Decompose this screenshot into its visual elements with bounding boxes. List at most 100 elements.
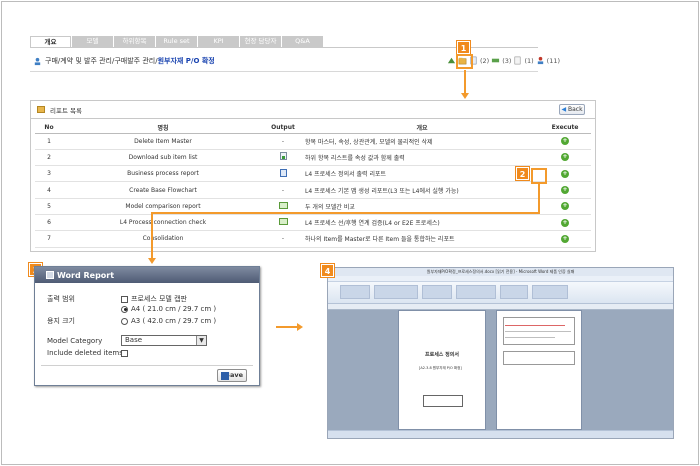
image-icon <box>278 201 288 209</box>
model-category-label: Model Category <box>47 336 103 345</box>
paper-a4-label: A4 ( 21.0 cm / 29.7 cm ) <box>131 305 217 313</box>
col-execute: Execute <box>539 122 591 134</box>
word-page-1: 프로세스 정의서 [A2.3.8 원부자재 P/O 확정] <box>398 310 486 430</box>
users-count: (11) <box>546 56 560 65</box>
table-row: 3 Business process report L4 프로세스 정의서 출력… <box>35 165 591 183</box>
execute-icon[interactable]: + <box>561 186 569 195</box>
back-arrow-icon: ◀ <box>561 106 567 113</box>
model-category-select[interactable]: Base ▼ <box>121 335 207 346</box>
output-range-label: 출력 범위 <box>47 295 75 303</box>
row-name: Consolidation <box>63 230 263 248</box>
model-category-value: Base <box>125 336 143 344</box>
link-icon[interactable] <box>491 56 500 65</box>
back-button[interactable]: ◀ Back <box>559 104 585 115</box>
row-desc: 하위 항목 리스트를 속성 값과 함께 출력 <box>303 149 539 167</box>
output-range-option: 프로세스 모델 캡판 <box>131 295 187 303</box>
paper-a3-label: A3 ( 42.0 cm / 29.7 cm ) <box>131 317 217 325</box>
execute-icon[interactable]: + <box>561 137 569 146</box>
page1-table <box>423 395 463 407</box>
execute-icon[interactable]: + <box>561 202 569 211</box>
chevron-down-icon: ▼ <box>196 336 206 345</box>
row-name: Business process report <box>63 165 263 183</box>
paper-a4-row: A4 ( 21.0 cm / 29.7 cm ) <box>47 305 216 313</box>
highlight-report-icon <box>456 54 473 69</box>
users-icon[interactable] <box>536 56 545 65</box>
page1-title: 프로세스 정의서 <box>425 352 459 358</box>
arrow-head-1 <box>461 93 469 99</box>
callout-step-1: 1 <box>457 41 470 54</box>
row-no: 1 <box>35 133 63 150</box>
callout-step-4: 4 <box>321 264 334 277</box>
attachment-count: (1) <box>524 56 534 65</box>
output-range-checkbox[interactable] <box>121 295 128 303</box>
tab-model[interactable]: 모델 <box>72 36 113 47</box>
output-range-row: 출력 범위 프로세스 모델 캡판 <box>47 294 187 304</box>
link-count: (3) <box>502 56 512 65</box>
word-document-area: 프로세스 정의서 [A2.3.8 원부자재 P/O 확정] <box>328 310 673 432</box>
word-page-2 <box>496 310 582 430</box>
row-desc: L4 프로세스 기본 맵 생성 리포트(L3 또는 L4에서 실행 가능) <box>303 181 539 199</box>
row-desc: L4 프로세스 선/후행 연계 검증(L4 or E2E 프로세스) <box>303 214 539 232</box>
breadcrumb: 구매/계약 및 발주 관리/구매발주 관리/원부자재 P/O 확정 <box>33 56 215 66</box>
tab-qna[interactable]: Q&A <box>282 36 323 47</box>
paper-a3-radio[interactable] <box>121 317 128 325</box>
row-name: Create Base Flowchart <box>63 181 263 199</box>
execute-icon[interactable]: + <box>561 169 569 178</box>
output-none: - <box>263 230 303 248</box>
include-deleted-checkbox[interactable] <box>121 349 128 357</box>
document-count: (2) <box>480 56 490 65</box>
row-no: 4 <box>35 181 63 199</box>
model-category-row: Model Category Base ▼ <box>47 335 207 346</box>
save-button[interactable]: Save <box>217 369 247 382</box>
report-table-header: No 명칭 Output 개요 Execute <box>35 122 591 134</box>
row-name: L4 Process connection check <box>63 214 263 232</box>
table-row: 7 Consolidation - 하나의 Item를 Master로 다른 I… <box>35 230 591 248</box>
tab-field-owner[interactable]: 현장 담당자 <box>240 36 281 47</box>
arrow-connector-a <box>538 184 540 212</box>
col-output: Output <box>263 122 303 134</box>
table-row: 4 Create Base Flowchart - L4 프로세스 기본 맵 생… <box>35 181 591 199</box>
row-desc: 항목 마스터, 속성, 상관관계, 모델의 물리적인 삭제 <box>303 133 539 150</box>
table-row: 2 Download sub item list 하위 항목 리스트를 속성 값… <box>35 149 591 167</box>
tab-kpi[interactable]: KPI <box>198 36 239 47</box>
word-icon <box>279 168 287 177</box>
execute-icon[interactable]: + <box>561 218 569 227</box>
row-no: 6 <box>35 214 63 232</box>
col-no: No <box>35 122 63 134</box>
dialog-header: Word Report <box>35 267 259 283</box>
row-no: 3 <box>35 165 63 183</box>
word-ribbon <box>328 282 673 304</box>
back-label: Back <box>567 106 583 113</box>
row-name: Delete Item Master <box>63 133 263 150</box>
word-ruler <box>328 304 673 309</box>
row-no: 2 <box>35 149 63 167</box>
breadcrumb-path[interactable]: 구매/계약 및 발주 관리/구매발주 관리/ <box>45 56 158 66</box>
row-desc: 하나의 Item를 Master로 다른 Item 들을 통합하는 리포트 <box>303 230 539 248</box>
row-no: 5 <box>35 198 63 215</box>
row-desc: L4 프로세스 정의서 출력 리포트 <box>303 165 539 183</box>
word-title-bar: 원부자재P/O확정_프로세스정의서.docx [읽기 전용] - Microso… <box>328 268 673 276</box>
org-icon <box>34 57 41 65</box>
tab-overview[interactable]: 개요 <box>30 36 71 47</box>
output-none: - <box>263 133 303 150</box>
arrow-connector-b <box>151 212 540 214</box>
report-list-header: 리포트 목록 ◀ Back <box>31 101 595 119</box>
image-icon <box>278 218 288 226</box>
page1-subtitle: [A2.3.8 원부자재 P/O 확정] <box>419 366 462 370</box>
share-icon[interactable] <box>447 56 456 65</box>
dialog-icon <box>46 271 54 279</box>
paper-a4-radio[interactable] <box>121 305 128 313</box>
attachment-icon[interactable] <box>513 56 522 65</box>
tab-sub-items[interactable]: 하위항목 <box>114 36 155 47</box>
save-icon <box>221 372 229 380</box>
paper-a3-row: 용지 크기 A3 ( 42.0 cm / 29.7 cm ) <box>47 316 216 326</box>
row-name: Download sub item list <box>63 149 263 167</box>
report-list-panel: 리포트 목록 ◀ Back No 명칭 Output 개요 Execute 1 … <box>30 100 596 252</box>
breadcrumb-current: 원부자재 P/O 확정 <box>157 57 215 65</box>
tab-rule-set[interactable]: Rule set <box>156 36 197 47</box>
execute-icon[interactable]: + <box>561 153 569 162</box>
dialog-title: Word Report <box>57 270 115 280</box>
word-report-dialog: Word Report 출력 범위 프로세스 모델 캡판 A4 ( 21.0 c… <box>34 266 260 386</box>
breadcrumb-divider <box>30 71 538 72</box>
execute-icon[interactable]: + <box>561 234 569 243</box>
